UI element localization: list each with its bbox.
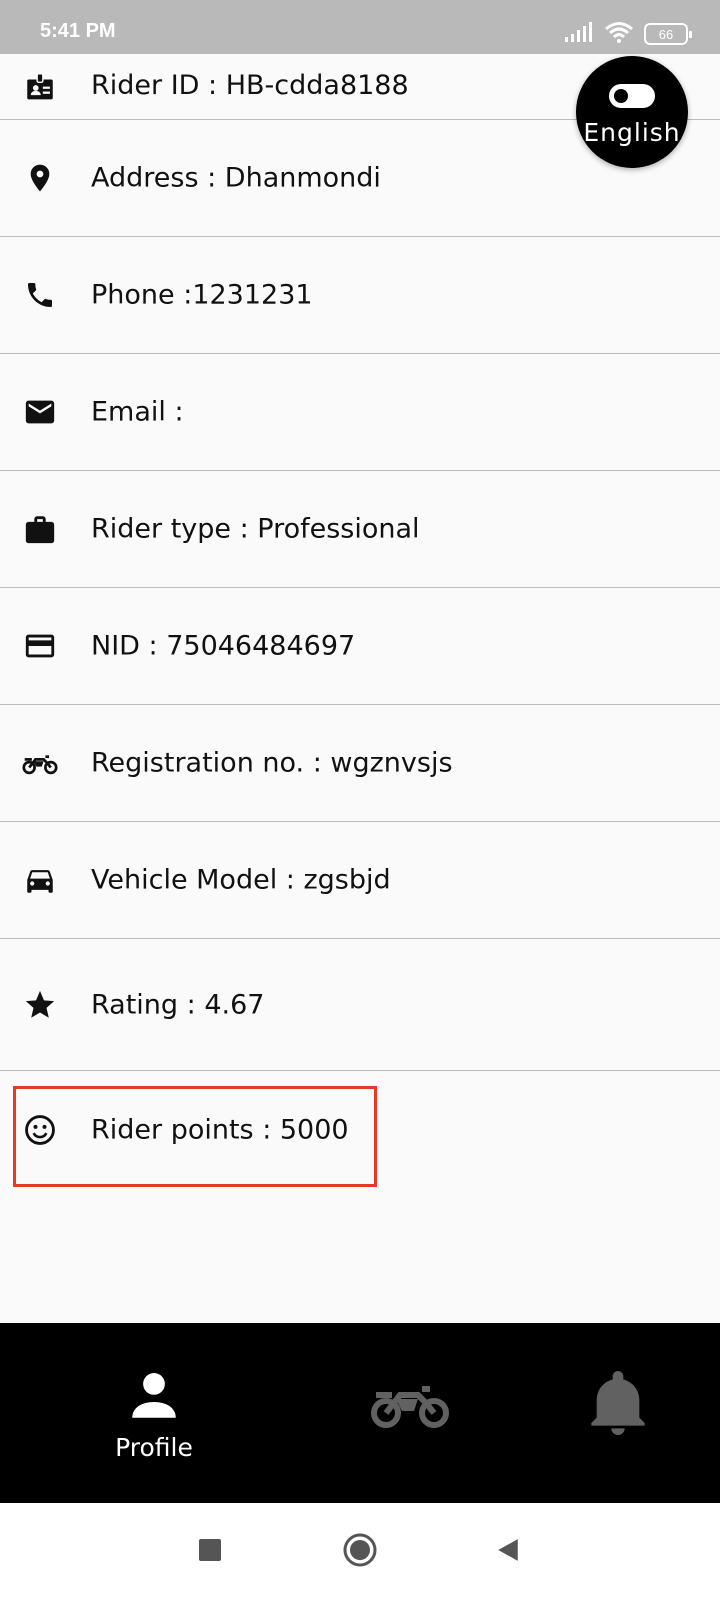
recents-button[interactable]: [190, 1503, 230, 1600]
location-pin-icon: [22, 160, 58, 196]
rider-points-highlight: [13, 1086, 377, 1187]
toggle-icon: [609, 83, 655, 108]
rider-id-text: Rider ID : HB-cdda8188: [91, 70, 409, 101]
battery-level: 66: [658, 26, 674, 42]
status-bar: 5:41 PM 66: [0, 0, 720, 54]
email-icon: [22, 394, 58, 430]
motorcycle-icon: [368, 1375, 452, 1435]
bottom-navigation: Profile: [0, 1323, 720, 1503]
address-text: Address : Dhanmondi: [91, 162, 381, 194]
motorcycle-icon: [22, 745, 58, 781]
nav-notifications[interactable]: [580, 1323, 656, 1503]
row-rider-type: Rider type : Professional: [0, 471, 720, 588]
home-button[interactable]: [338, 1503, 382, 1600]
email-text: Email :: [91, 396, 184, 428]
row-nid: NID : 75046484697: [0, 588, 720, 705]
car-icon: [22, 862, 58, 898]
rating-text: Rating : 4.67: [91, 989, 265, 1020]
row-rating: Rating : 4.67: [0, 939, 720, 1071]
language-toggle-button[interactable]: English: [576, 56, 688, 168]
credit-card-icon: [22, 628, 58, 664]
nid-text: NID : 75046484697: [91, 630, 356, 662]
phone-text: Phone :1231231: [91, 279, 313, 311]
row-email: Email :: [0, 354, 720, 471]
row-vehicle-model: Vehicle Model : zgsbjd: [0, 822, 720, 939]
rider-type-text: Rider type : Professional: [91, 513, 420, 545]
signal-icon: [564, 22, 594, 46]
language-label: English: [583, 117, 681, 147]
person-icon: [125, 1367, 183, 1429]
recents-square-icon: [198, 1538, 222, 1566]
vehicle-model-text: Vehicle Model : zgsbjd: [91, 864, 391, 896]
briefcase-icon: [22, 511, 58, 547]
phone-icon: [22, 277, 58, 313]
registration-text: Registration no. : wgznvsjs: [91, 747, 453, 779]
status-icons: 66: [564, 21, 692, 47]
home-circle-icon: [342, 1532, 378, 1572]
status-time: 5:41 PM: [40, 20, 116, 42]
row-registration: Registration no. : wgznvsjs: [0, 705, 720, 822]
back-button[interactable]: [488, 1503, 528, 1600]
nav-rides[interactable]: [360, 1323, 460, 1503]
star-icon: [22, 987, 58, 1023]
id-badge-icon: [22, 70, 58, 106]
nav-profile-label: Profile: [115, 1433, 193, 1462]
back-triangle-icon: [495, 1537, 521, 1567]
bell-icon: [586, 1367, 650, 1443]
rider-profile-screen: 5:41 PM 66 Rider ID: HB-cdda8188 Addres…: [0, 0, 720, 1600]
wifi-icon: [604, 21, 634, 47]
profile-info-list: Rider ID : HB-cdda8188 Address : Dhanmon…: [0, 54, 720, 1188]
system-navigation-bar: [0, 1503, 720, 1600]
battery-icon: 66: [644, 23, 692, 45]
row-phone: Phone :1231231: [0, 237, 720, 354]
nav-profile[interactable]: Profile: [96, 1323, 212, 1503]
